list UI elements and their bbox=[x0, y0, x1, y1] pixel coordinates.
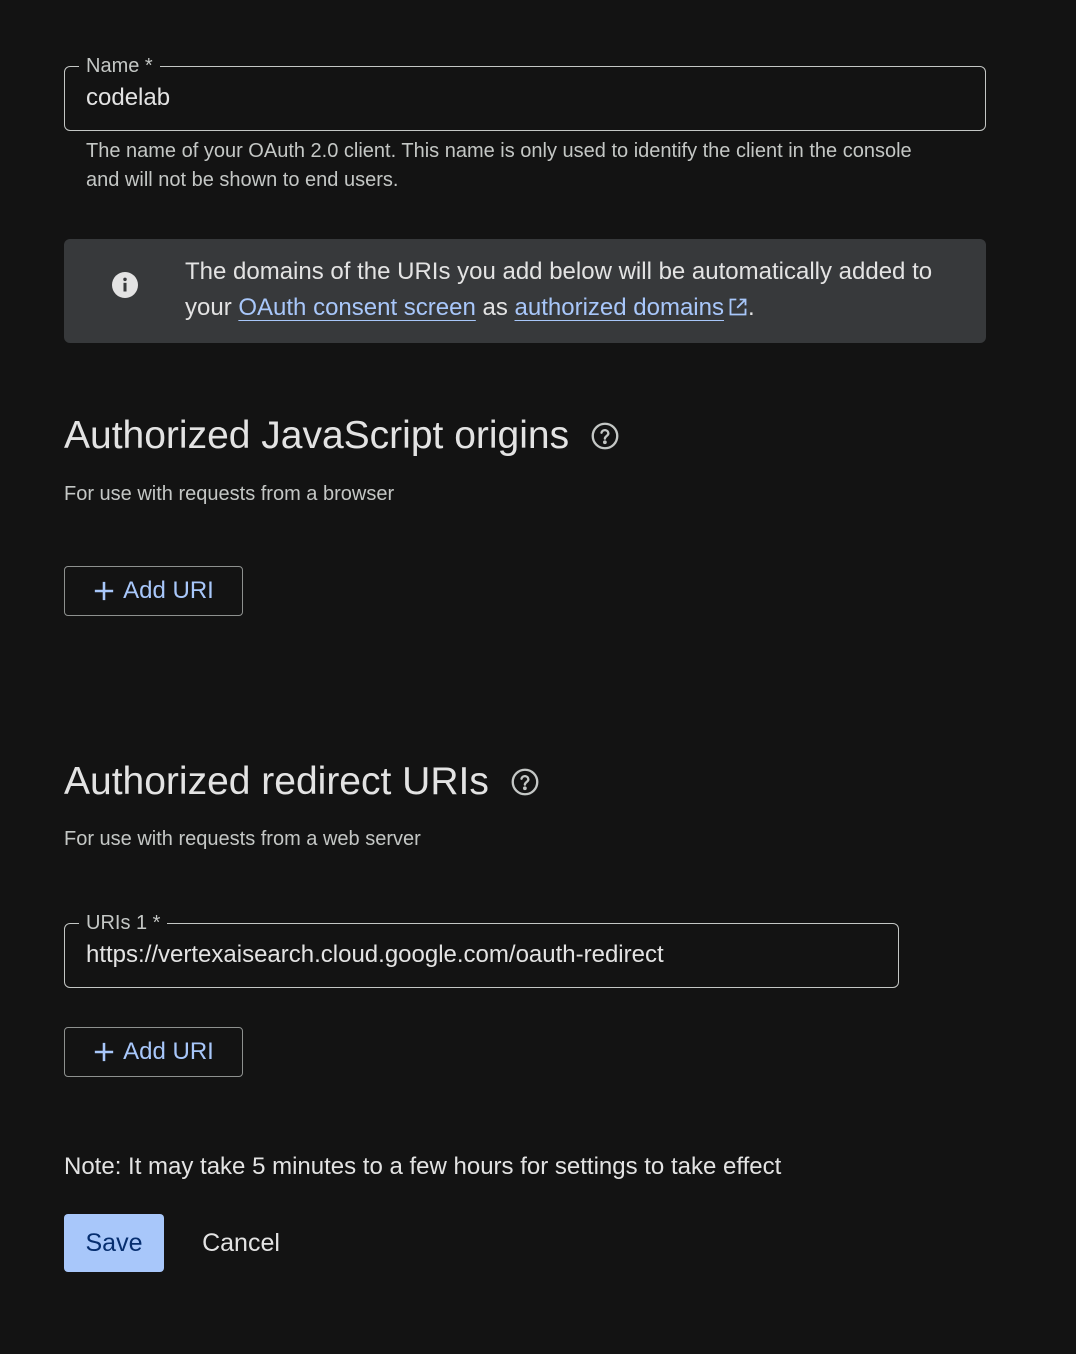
help-circle-icon[interactable] bbox=[511, 768, 539, 796]
add-js-origin-label: Add URI bbox=[123, 577, 214, 604]
js-origins-title-text: Authorized JavaScript origins bbox=[64, 414, 570, 457]
redirect-uris-title-text: Authorized redirect URIs bbox=[64, 760, 489, 803]
add-js-origin-button[interactable]: Add URI bbox=[64, 566, 243, 616]
oauth-consent-screen-link[interactable]: OAuth consent screen bbox=[238, 294, 475, 321]
js-origins-subtitle: For use with requests from a browser bbox=[64, 483, 395, 505]
redirect-uris-title: Authorized redirect URIs bbox=[64, 758, 539, 806]
plus-icon bbox=[94, 581, 114, 601]
help-circle-icon[interactable] bbox=[591, 422, 619, 450]
add-redirect-uri-label: Add URI bbox=[123, 1038, 214, 1065]
info-icon bbox=[112, 272, 138, 298]
js-origins-title: Authorized JavaScript origins bbox=[64, 412, 619, 460]
info-banner-text: The domains of the URIs you add below wi… bbox=[185, 254, 965, 326]
name-helper-text: The name of your OAuth 2.0 client. This … bbox=[86, 140, 912, 191]
name-field[interactable]: Name * bbox=[64, 54, 986, 131]
save-button[interactable]: Save bbox=[64, 1214, 164, 1272]
settings-note: Note: It may take 5 minutes to a few hou… bbox=[64, 1153, 782, 1180]
name-field-label: Name * bbox=[79, 54, 160, 78]
banner-text-after: . bbox=[747, 294, 755, 321]
redirect-uri-label: URIs 1 * bbox=[79, 911, 168, 935]
redirect-uri-input[interactable] bbox=[86, 939, 877, 971]
info-banner: The domains of the URIs you add below wi… bbox=[64, 239, 986, 343]
authorized-domains-link[interactable]: authorized domains bbox=[515, 294, 724, 321]
banner-text-middle: as bbox=[475, 294, 515, 321]
cancel-button[interactable]: Cancel bbox=[184, 1214, 298, 1272]
redirect-uri-field[interactable]: URIs 1 * bbox=[64, 911, 899, 988]
name-input[interactable] bbox=[86, 82, 964, 114]
add-redirect-uri-button[interactable]: Add URI bbox=[64, 1027, 243, 1077]
redirect-uris-subtitle: For use with requests from a web server bbox=[64, 828, 421, 850]
plus-icon bbox=[94, 1042, 114, 1062]
open-in-new-icon[interactable] bbox=[728, 297, 748, 317]
